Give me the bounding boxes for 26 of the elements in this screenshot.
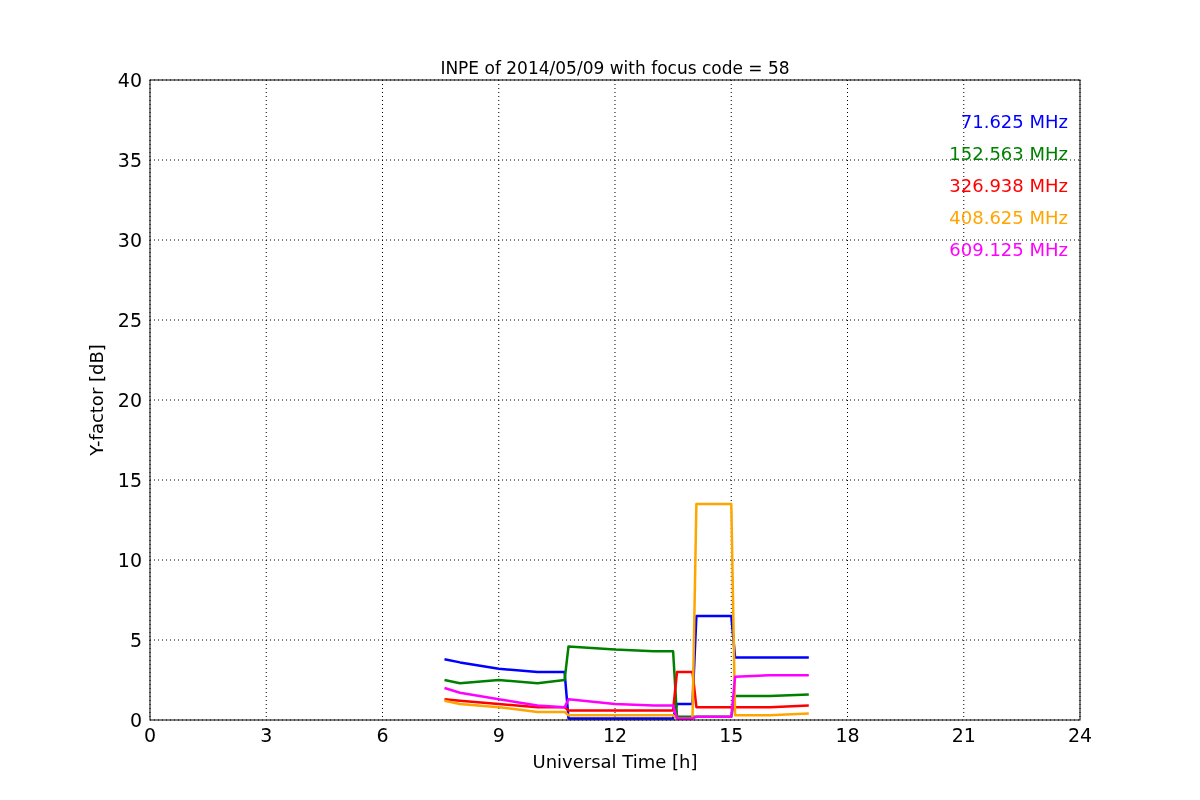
y-tick-label: 40 xyxy=(117,69,142,91)
y-axis-label: Y-factor [dB] xyxy=(86,344,107,456)
x-tick-label: 12 xyxy=(602,724,628,746)
legend-label: 71.625 MHz xyxy=(960,111,1068,132)
y-tick-label: 30 xyxy=(117,229,142,251)
legend-label: 152.563 MHz xyxy=(949,143,1068,164)
legend-label: 609.125 MHz xyxy=(949,239,1068,260)
x-tick-label: 9 xyxy=(492,724,505,746)
x-tick-label: 3 xyxy=(260,724,273,746)
y-tick-label: 20 xyxy=(117,389,142,411)
x-tick-label: 15 xyxy=(719,724,744,746)
x-tick-label: 6 xyxy=(376,724,389,746)
y-tick-label: 0 xyxy=(129,709,142,731)
x-tick-label: 21 xyxy=(951,724,976,746)
x-tick-label: 18 xyxy=(835,724,860,746)
legend-label: 408.625 MHz xyxy=(949,207,1068,228)
y-tick-label: 15 xyxy=(117,469,142,491)
chart-title: INPE of 2014/05/09 with focus code = 58 xyxy=(440,58,790,78)
x-tick-label: 24 xyxy=(1067,724,1093,746)
y-tick-label: 35 xyxy=(117,149,142,171)
y-tick-label: 5 xyxy=(129,629,142,651)
y-tick-label: 10 xyxy=(117,549,142,571)
x-axis-label: Universal Time [h] xyxy=(532,751,698,772)
x-tick-label: 0 xyxy=(143,724,157,746)
y-tick-label: 25 xyxy=(117,309,142,331)
legend-label: 326.938 MHz xyxy=(949,175,1068,196)
